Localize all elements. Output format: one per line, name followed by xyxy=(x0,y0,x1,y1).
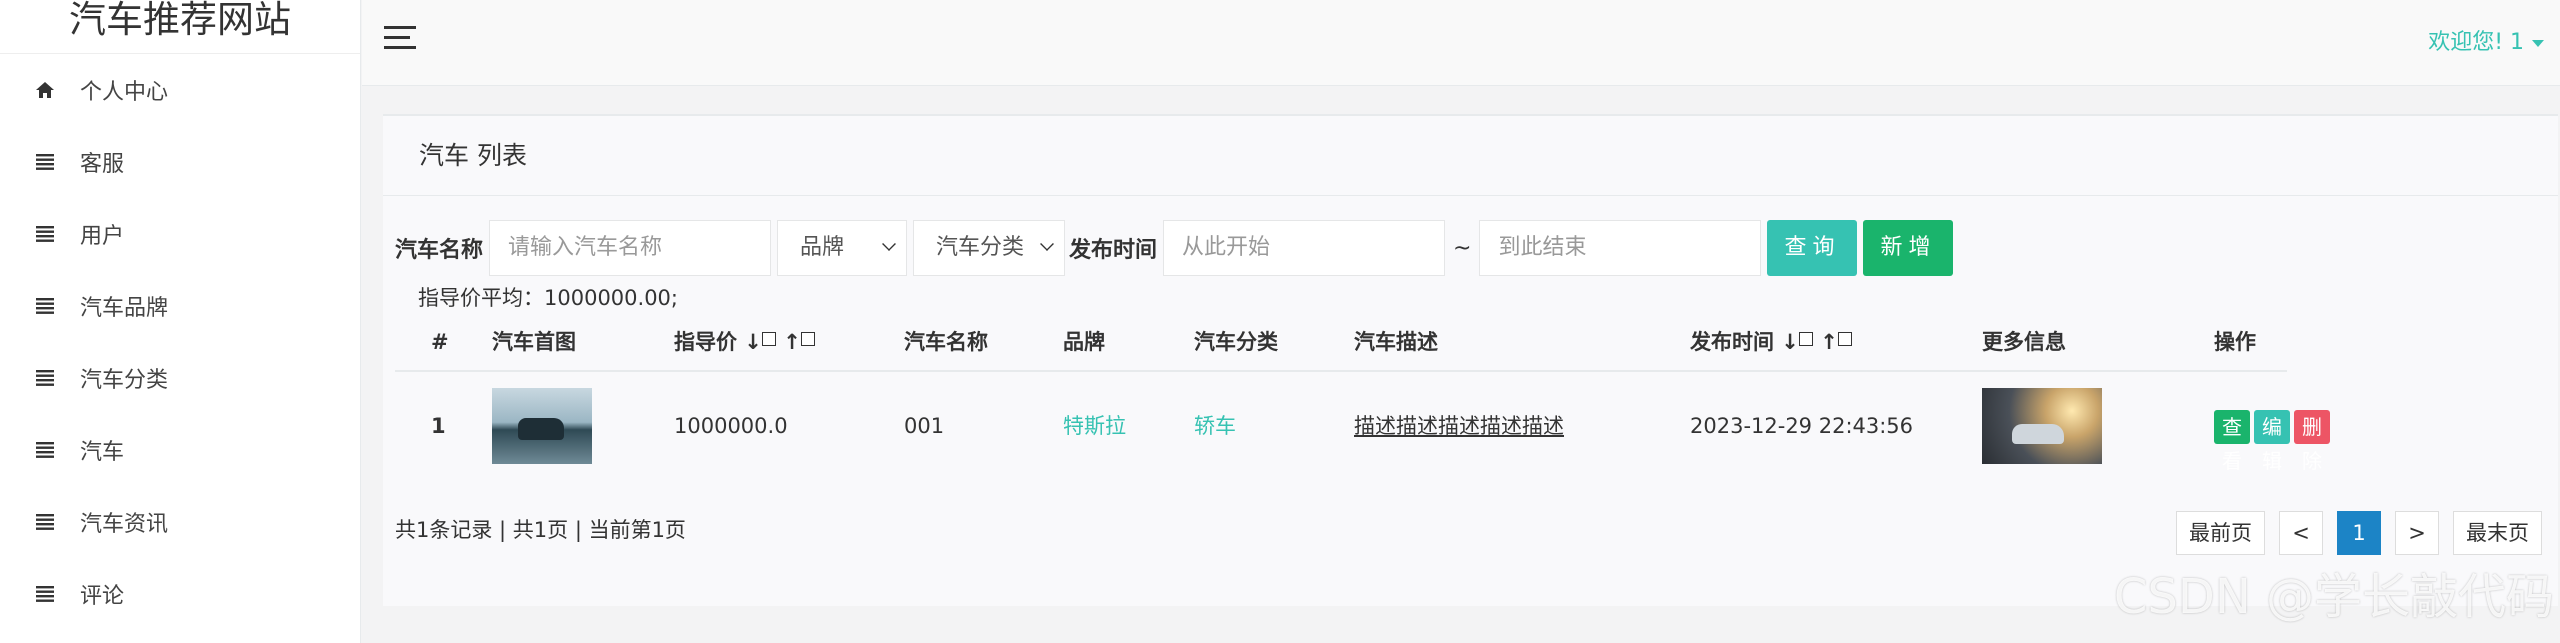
col-price-label: 指导价 ↓ xyxy=(674,330,762,354)
list-icon xyxy=(34,511,56,533)
delete-button[interactable]: 删除 xyxy=(2294,410,2330,473)
view-button[interactable]: 查看 xyxy=(2214,410,2250,473)
row-index: 1 xyxy=(431,414,446,438)
row-brand-link[interactable]: 特斯拉 xyxy=(1063,372,1126,480)
row-price: 1000000.0 xyxy=(674,414,788,438)
sidebar-item-car-category[interactable]: 汽车分类 xyxy=(0,342,360,414)
welcome-text: 欢迎您! 1 xyxy=(2428,30,2524,55)
chevron-down-icon xyxy=(1040,237,1054,251)
col-actions: 操作 xyxy=(2214,330,2256,354)
hamburger-menu-icon[interactable] xyxy=(384,26,416,52)
time-filter-label: 发布时间 xyxy=(1069,238,1158,263)
sort-desc-checkbox[interactable] xyxy=(761,332,776,346)
row-time: 2023-12-29 22:43:56 xyxy=(1690,414,1914,438)
col-price: 指导价 ↓ ↑ xyxy=(674,312,815,372)
average-price-text: 指导价平均：1000000.00; xyxy=(418,286,678,310)
site-brand: 汽车推荐网站 xyxy=(0,0,360,54)
start-time-input[interactable]: 从此开始 xyxy=(1163,220,1446,276)
list-icon xyxy=(34,583,56,605)
sidebar-item-label: 汽车品牌 xyxy=(80,296,169,321)
sort-asc-checkbox[interactable] xyxy=(800,332,815,346)
row-name: 001 xyxy=(904,414,945,438)
col-index: # xyxy=(431,330,449,354)
col-description: 汽车描述 xyxy=(1354,330,1438,354)
car-cover-image[interactable] xyxy=(492,388,592,464)
prev-page-button[interactable]: < xyxy=(2279,511,2323,555)
car-list-panel: 汽车 列表 汽车名称 请输入汽车名称 品牌 汽车分类 发布时间 从此开始 ~ 到… xyxy=(383,114,2558,606)
sort-asc-arrow: ↑ xyxy=(1820,330,1838,354)
range-separator: ~ xyxy=(1453,235,1472,261)
caret-down-icon xyxy=(2532,39,2544,47)
list-icon xyxy=(34,295,56,317)
car-name-input[interactable]: 请输入汽车名称 xyxy=(489,220,772,276)
sidebar-item-label: 汽车资讯 xyxy=(80,512,169,537)
edit-button[interactable]: 编辑 xyxy=(2254,410,2290,473)
top-bar: 欢迎您! 1 xyxy=(362,0,2560,86)
table-row: 1 1000000.0 001 特斯拉 轿车 描述描述描述描述描述 2023-1… xyxy=(395,372,2330,480)
sidebar-item-comments[interactable]: 评论 xyxy=(0,558,360,630)
sort-asc-checkbox[interactable] xyxy=(1837,332,1852,346)
sort-desc-checkbox[interactable] xyxy=(1798,332,1813,346)
sidebar-item-car[interactable]: 汽车 xyxy=(0,414,360,486)
current-page-button[interactable]: 1 xyxy=(2337,511,2381,555)
row-category-link[interactable]: 轿车 xyxy=(1194,372,1236,480)
table-header: # 汽车首图 指导价 ↓ ↑ 汽车名称 品牌 汽车分类 汽车描述 发布时间 ↓ … xyxy=(395,312,2287,372)
pagination-summary: 共1条记录 | 共1页 | 当前第1页 xyxy=(395,518,686,542)
next-page-button[interactable]: > xyxy=(2395,511,2439,555)
sidebar-item-label: 用户 xyxy=(80,224,125,249)
chevron-down-icon xyxy=(882,237,896,251)
sidebar: 汽车推荐网站 个人中心 客服 用户 汽车品牌 汽车分类 汽车 汽车资讯 评论 xyxy=(0,0,361,643)
sidebar-item-label: 客服 xyxy=(80,152,125,177)
name-filter-label: 汽车名称 xyxy=(395,238,484,263)
sidebar-item-label: 汽车分类 xyxy=(80,368,169,393)
add-button[interactable]: 新增 xyxy=(1863,220,1954,276)
sidebar-item-car-news[interactable]: 汽车资讯 xyxy=(0,486,360,558)
brand-select[interactable]: 品牌 xyxy=(777,220,908,276)
sidebar-item-label: 个人中心 xyxy=(80,80,169,105)
more-info-image[interactable] xyxy=(1982,388,2102,464)
panel-title: 汽车 列表 xyxy=(383,116,2558,196)
sidebar-menu: 个人中心 客服 用户 汽车品牌 汽车分类 汽车 汽车资讯 评论 xyxy=(0,54,360,630)
last-page-button[interactable]: 最末页 xyxy=(2453,511,2542,555)
sort-asc-arrow: ↑ xyxy=(783,330,801,354)
col-category: 汽车分类 xyxy=(1194,330,1278,354)
row-actions: 查看 编辑 删除 xyxy=(2214,410,2334,473)
sidebar-item-label: 评论 xyxy=(80,584,125,609)
category-select[interactable]: 汽车分类 xyxy=(913,220,1066,276)
sidebar-item-car-brand[interactable]: 汽车品牌 xyxy=(0,270,360,342)
pagination: 最前页 < 1 > 最末页 xyxy=(2162,511,2542,555)
home-icon xyxy=(34,79,56,101)
first-page-button[interactable]: 最前页 xyxy=(2176,511,2265,555)
list-icon xyxy=(34,223,56,245)
col-name: 汽车名称 xyxy=(904,330,988,354)
sidebar-item-label: 汽车 xyxy=(80,440,125,465)
row-description[interactable]: 描述描述描述描述描述 xyxy=(1354,372,1564,480)
end-time-input[interactable]: 到此结束 xyxy=(1479,220,1762,276)
watermark: CSDN @学长敲代码 xyxy=(2113,569,2554,625)
col-more-info: 更多信息 xyxy=(1982,330,2066,354)
list-icon xyxy=(34,367,56,389)
sidebar-item-customer-service[interactable]: 客服 xyxy=(0,126,360,198)
col-brand: 品牌 xyxy=(1063,330,1105,354)
sidebar-item-personal-center[interactable]: 个人中心 xyxy=(0,54,360,126)
col-time-label: 发布时间 ↓ xyxy=(1690,330,1799,354)
car-table: # 汽车首图 指导价 ↓ ↑ 汽车名称 品牌 汽车分类 汽车描述 发布时间 ↓ … xyxy=(395,312,2330,480)
list-icon xyxy=(34,151,56,173)
category-select-value: 汽车分类 xyxy=(936,235,1025,260)
search-filters: 汽车名称 请输入汽车名称 品牌 汽车分类 发布时间 从此开始 ~ 到此结束 查询… xyxy=(395,220,1954,276)
sidebar-item-users[interactable]: 用户 xyxy=(0,198,360,270)
query-button[interactable]: 查询 xyxy=(1767,220,1858,276)
list-icon xyxy=(34,439,56,461)
col-image: 汽车首图 xyxy=(492,330,576,354)
user-menu[interactable]: 欢迎您! 1 xyxy=(2428,24,2544,56)
col-time: 发布时间 ↓ ↑ xyxy=(1690,312,1852,372)
brand-select-value: 品牌 xyxy=(800,235,845,260)
